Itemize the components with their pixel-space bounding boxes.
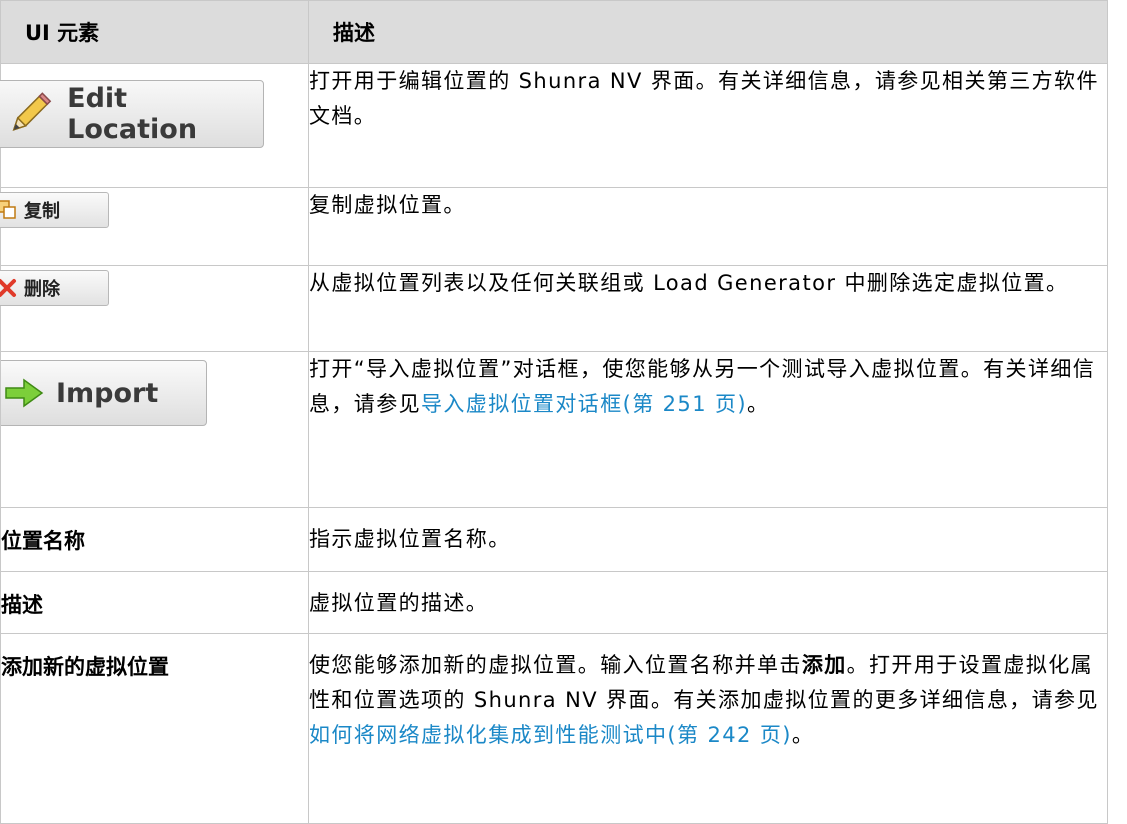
table-header-row: UI 元素 描述 [0, 0, 1108, 64]
ui-element-label: 位置名称 [0, 507, 309, 572]
pencil-icon [12, 92, 52, 131]
description-text: 使您能够添加新的虚拟位置。输入位置名称并单击 [309, 653, 802, 677]
description-text-end: 。 [747, 392, 770, 416]
import-button[interactable]: Import [0, 360, 207, 426]
table-row: 复制 复制虚拟位置。 [0, 187, 1108, 266]
description-cell: 虚拟位置的描述。 [308, 571, 1108, 634]
header-description: 描述 [308, 0, 1108, 64]
ui-element-cell: Import [0, 351, 309, 508]
ui-element-cell: 复制 [0, 187, 309, 266]
import-label: Import [56, 377, 159, 409]
delete-label: 删除 [24, 279, 60, 300]
ui-element-cell: Edit Location [0, 63, 309, 188]
table-row: 描述 虚拟位置的描述。 [0, 571, 1108, 634]
description-cell: 打开用于编辑位置的 Shunra NV 界面。有关详细信息，请参见相关第三方软件… [308, 63, 1108, 188]
copy-button[interactable]: 复制 [0, 192, 109, 228]
description-text-end: 。 [791, 723, 815, 747]
add-keyword: 添加 [801, 653, 847, 677]
delete-x-icon [0, 279, 16, 297]
edit-location-button[interactable]: Edit Location [0, 80, 264, 148]
edit-location-label: Edit Location [67, 83, 198, 145]
ui-element-cell: 删除 [0, 265, 309, 352]
description-cell: 使您能够添加新的虚拟位置。输入位置名称并单击添加。打开用于设置虚拟化属性和位置选… [308, 633, 1108, 824]
ui-elements-table: UI 元素 描述 Edit Location 打开用于编辑位置的 Shunra … [0, 0, 1108, 824]
header-ui-element: UI 元素 [0, 0, 309, 64]
import-dialog-link[interactable]: 导入虚拟位置对话框(第 251 页) [421, 392, 747, 416]
table-row: Edit Location 打开用于编辑位置的 Shunra NV 界面。有关详… [0, 63, 1108, 188]
description-cell: 打开“导入虚拟位置”对话框，使您能够从另一个测试导入虚拟位置。有关详细信息，请参… [308, 351, 1108, 508]
document-page: UI 元素 描述 Edit Location 打开用于编辑位置的 Shunra … [0, 0, 1127, 824]
ui-element-label: 描述 [0, 571, 309, 634]
table-row: Import 打开“导入虚拟位置”对话框，使您能够从另一个测试导入虚拟位置。有关… [0, 351, 1108, 508]
delete-button[interactable]: 删除 [0, 270, 109, 306]
table-row: 添加新的虚拟位置 使您能够添加新的虚拟位置。输入位置名称并单击添加。打开用于设置… [0, 633, 1108, 824]
description-cell: 复制虚拟位置。 [308, 187, 1108, 266]
green-arrow-icon [5, 378, 44, 408]
description-cell: 指示虚拟位置名称。 [308, 507, 1108, 572]
copy-icon [0, 200, 16, 219]
how-to-integrate-link[interactable]: 如何将网络虚拟化集成到性能测试中(第 242 页) [309, 723, 792, 747]
description-cell: 从虚拟位置列表以及任何关联组或 Load Generator 中删除选定虚拟位置… [308, 265, 1108, 352]
table-row: 删除 从虚拟位置列表以及任何关联组或 Load Generator 中删除选定虚… [0, 265, 1108, 352]
copy-label: 复制 [24, 201, 60, 222]
ui-element-label: 添加新的虚拟位置 [0, 633, 309, 824]
table-row: 位置名称 指示虚拟位置名称。 [0, 507, 1108, 572]
